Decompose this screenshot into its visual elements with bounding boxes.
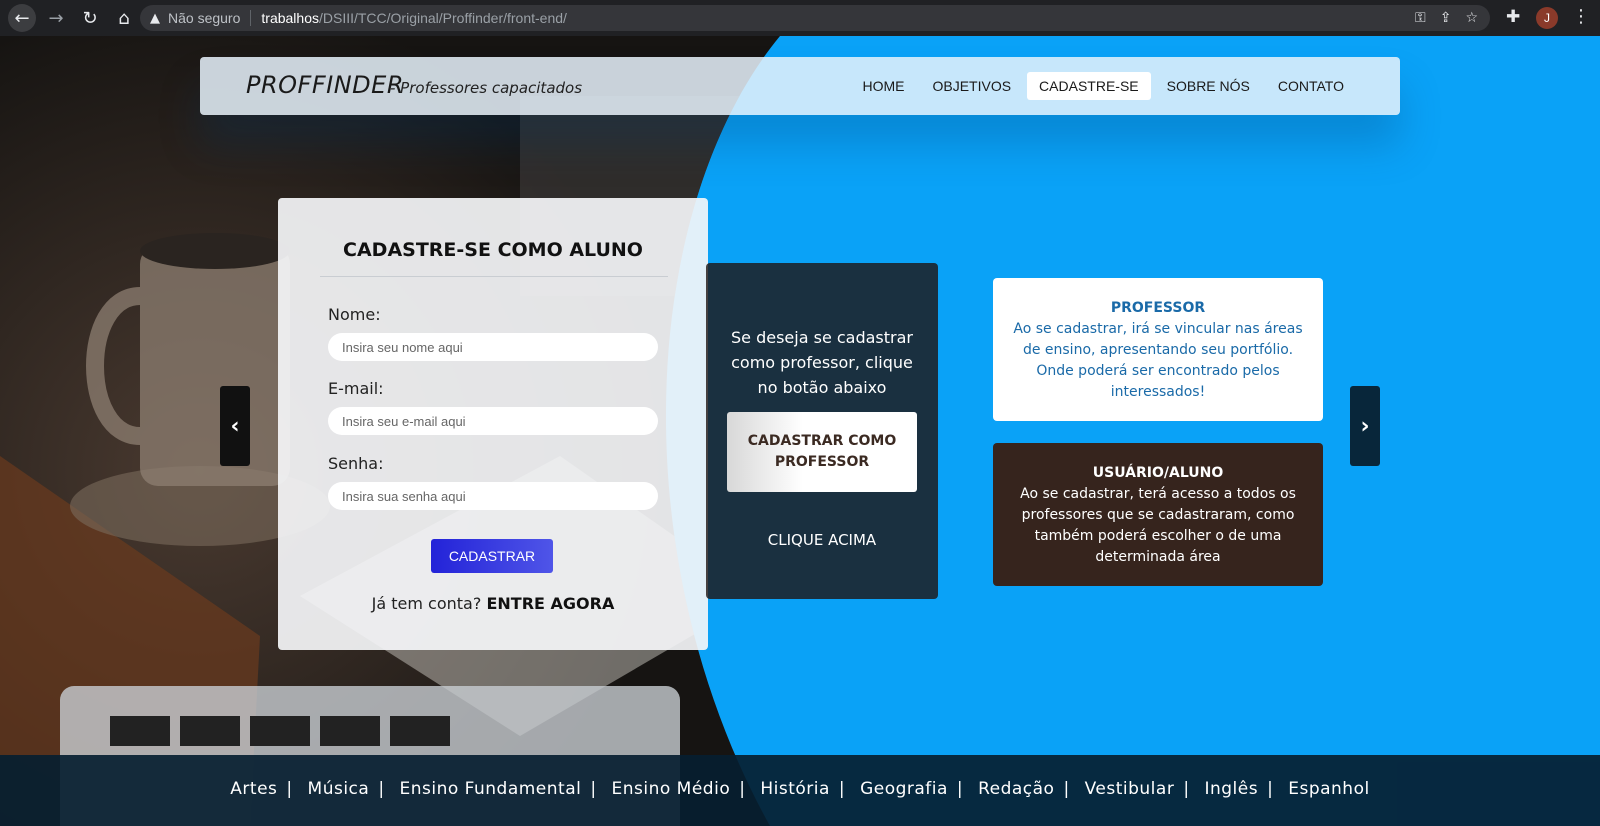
address-bar-actions: ⚿ ⇪ ☆ <box>1415 5 1478 31</box>
nav-home[interactable]: HOME <box>850 72 916 100</box>
password-label: Senha: <box>328 454 384 473</box>
student-signup-form: CADASTRE-SE COMO ALUNO Nome: E-mail: Sen… <box>278 198 708 650</box>
teacher-signup-panel: Se deseja se cadastrar como professor, c… <box>706 263 938 599</box>
email-label: E-mail: <box>328 379 384 398</box>
teacher-info-card: PROFESSOR Ao se cadastrar, irá se vincul… <box>993 278 1323 421</box>
chevron-left-icon: ‹ <box>230 413 240 439</box>
name-label: Nome: <box>328 305 381 324</box>
star-icon[interactable]: ☆ <box>1465 10 1478 26</box>
form-title: CADASTRE-SE COMO ALUNO <box>343 239 643 261</box>
login-link[interactable]: ENTRE AGORA <box>486 594 614 613</box>
cadastrar-button[interactable]: CADASTRAR <box>431 539 553 573</box>
browser-menu-icon[interactable]: ⋮ <box>1572 7 1590 27</box>
share-icon[interactable]: ⇪ <box>1440 10 1452 26</box>
carousel-next-button[interactable]: › <box>1350 386 1380 466</box>
student-info-card: USUÁRIO/ALUNO Ao se cadastrar, terá aces… <box>993 443 1323 586</box>
subject-link[interactable]: Geografia <box>860 779 948 799</box>
main-nav: HOME OBJETIVOS CADASTRE-SE SOBRE NÓS CON… <box>850 72 1356 100</box>
security-label: Não seguro <box>168 10 241 26</box>
login-prompt-line: Já tem conta? ENTRE AGORA <box>278 594 708 613</box>
key-icon[interactable]: ⚿ <box>1415 10 1426 26</box>
subjects-list: Artes | Música | Ensino Fundamental | Ensin… <box>0 779 1600 799</box>
subject-link[interactable]: Ensino Médio <box>612 779 731 799</box>
login-prompt: Já tem conta? <box>371 594 482 613</box>
reload-icon[interactable]: ↻ <box>76 4 104 32</box>
subject-link[interactable]: Música <box>308 779 370 799</box>
subject-link[interactable]: Artes <box>230 779 277 799</box>
subject-separator: | <box>838 779 846 799</box>
subject-separator: | <box>590 779 597 799</box>
teacher-panel-hint: CLIQUE ACIMA <box>767 531 877 549</box>
password-input[interactable] <box>328 482 658 510</box>
register-teacher-button[interactable]: CADASTRAR COMO PROFESSOR <box>727 412 917 492</box>
warning-icon: ▲ <box>150 10 160 26</box>
subject-link[interactable]: Inglês <box>1204 779 1258 799</box>
subject-separator: | <box>956 779 964 799</box>
site-header: PROFFINDER - Professores capacitados HOM… <box>200 57 1400 115</box>
back-icon[interactable]: ← <box>8 4 36 32</box>
subject-separator: | <box>1267 779 1274 799</box>
forward-icon[interactable]: → <box>42 4 70 32</box>
subject-separator: | <box>378 779 385 799</box>
home-icon[interactable]: ⌂ <box>110 4 138 32</box>
subject-separator: | <box>1063 779 1070 799</box>
email-input[interactable] <box>328 407 658 435</box>
site-logo[interactable]: PROFFINDER <box>246 71 404 99</box>
nav-sobre-nos[interactable]: SOBRE NÓS <box>1155 72 1262 100</box>
site-tagline: - Professores capacitados <box>390 79 583 97</box>
nav-cadastre-se[interactable]: CADASTRE-SE <box>1027 72 1151 100</box>
url-path: /DSIII/TCC/Original/Proffinder/front-end… <box>318 10 567 26</box>
extensions-icon[interactable]: ✚ <box>1506 7 1520 27</box>
page: PROFFINDER - Professores capacitados HOM… <box>0 36 1600 826</box>
teacher-info-text: Ao se cadastrar, irá se vincular nas áre… <box>1013 321 1303 400</box>
subjects-footer: Artes | Música | Ensino Fundamental | Ensin… <box>0 755 1600 826</box>
url-host: trabalhos <box>261 10 319 26</box>
browser-toolbar: ← → ↻ ⌂ ▲ Não seguro trabalhos/DSIII/TCC… <box>0 0 1600 36</box>
subject-link[interactable]: Redação <box>978 779 1054 799</box>
nav-objetivos[interactable]: OBJETIVOS <box>920 72 1023 100</box>
name-input[interactable] <box>328 333 658 361</box>
subject-separator: | <box>1183 779 1190 799</box>
subject-separator: | <box>286 779 293 799</box>
chevron-right-icon: › <box>1360 413 1370 439</box>
subject-link[interactable]: Espanhol <box>1288 779 1369 799</box>
teacher-info-title: PROFESSOR <box>1110 300 1206 316</box>
subject-link[interactable]: Ensino Fundamental <box>399 779 581 799</box>
nav-contato[interactable]: CONTATO <box>1266 72 1356 100</box>
form-divider <box>320 276 668 277</box>
student-info-title: USUÁRIO/ALUNO <box>1092 465 1224 481</box>
profile-avatar[interactable]: J <box>1536 7 1558 29</box>
subject-link[interactable]: História <box>760 779 830 799</box>
address-bar[interactable]: ▲ Não seguro trabalhos/DSIII/TCC/Origina… <box>140 5 1490 31</box>
carousel-prev-button[interactable]: ‹ <box>220 386 250 466</box>
teacher-panel-text: Se deseja se cadastrar como professor, c… <box>731 328 913 397</box>
address-separator <box>250 10 252 26</box>
student-info-text: Ao se cadastrar, terá acesso a todos os … <box>1020 486 1296 565</box>
subject-link[interactable]: Vestibular <box>1085 779 1175 799</box>
subject-separator: | <box>739 779 746 799</box>
